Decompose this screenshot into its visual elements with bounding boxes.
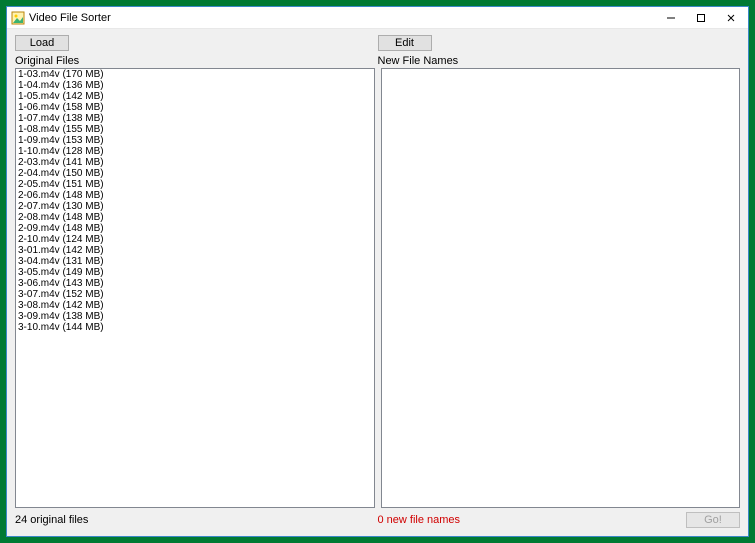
load-button[interactable]: Load bbox=[15, 35, 69, 51]
client-area: Load Edit Original Files New File Names … bbox=[7, 29, 748, 536]
list-item[interactable]: 3-08.m4v (142 MB) bbox=[16, 300, 374, 311]
list-item[interactable]: 1-05.m4v (142 MB) bbox=[16, 91, 374, 102]
list-item[interactable]: 3-04.m4v (131 MB) bbox=[16, 256, 374, 267]
titlebar[interactable]: Video File Sorter bbox=[7, 7, 748, 29]
list-item[interactable]: 2-06.m4v (148 MB) bbox=[16, 190, 374, 201]
list-item[interactable]: 2-05.m4v (151 MB) bbox=[16, 179, 374, 190]
list-item[interactable]: 1-10.m4v (128 MB) bbox=[16, 146, 374, 157]
maximize-button[interactable] bbox=[686, 9, 716, 27]
list-item[interactable]: 3-07.m4v (152 MB) bbox=[16, 289, 374, 300]
list-item[interactable]: 1-07.m4v (138 MB) bbox=[16, 113, 374, 124]
list-item[interactable]: 2-10.m4v (124 MB) bbox=[16, 234, 374, 245]
list-item[interactable]: 1-09.m4v (153 MB) bbox=[16, 135, 374, 146]
list-item[interactable]: 2-08.m4v (148 MB) bbox=[16, 212, 374, 223]
list-item[interactable]: 1-03.m4v (170 MB) bbox=[16, 69, 374, 80]
status-original-count: 24 original files bbox=[15, 514, 378, 526]
list-item[interactable]: 2-09.m4v (148 MB) bbox=[16, 223, 374, 234]
list-item[interactable]: 3-05.m4v (149 MB) bbox=[16, 267, 374, 278]
list-item[interactable]: 3-10.m4v (144 MB) bbox=[16, 322, 374, 333]
toolbar: Load Edit bbox=[15, 35, 740, 51]
window-title: Video File Sorter bbox=[29, 12, 656, 24]
label-new-file-names: New File Names bbox=[378, 55, 741, 67]
list-item[interactable]: 2-07.m4v (130 MB) bbox=[16, 201, 374, 212]
go-button[interactable]: Go! bbox=[686, 512, 740, 528]
original-files-list[interactable]: 1-03.m4v (170 MB)1-04.m4v (136 MB)1-05.m… bbox=[15, 68, 375, 508]
minimize-button[interactable] bbox=[656, 9, 686, 27]
label-original-files: Original Files bbox=[15, 55, 378, 67]
new-file-names-list[interactable] bbox=[381, 68, 741, 508]
close-button[interactable] bbox=[716, 9, 746, 27]
list-item[interactable]: 3-06.m4v (143 MB) bbox=[16, 278, 374, 289]
window: Video File Sorter Load Edit bbox=[6, 6, 749, 537]
list-item[interactable]: 1-04.m4v (136 MB) bbox=[16, 80, 374, 91]
list-item[interactable]: 2-03.m4v (141 MB) bbox=[16, 157, 374, 168]
app-icon bbox=[11, 11, 25, 25]
list-item[interactable]: 3-01.m4v (142 MB) bbox=[16, 245, 374, 256]
list-item[interactable]: 3-09.m4v (138 MB) bbox=[16, 311, 374, 322]
edit-button[interactable]: Edit bbox=[378, 35, 432, 51]
status-new-count: 0 new file names bbox=[378, 514, 687, 526]
list-item[interactable]: 1-06.m4v (158 MB) bbox=[16, 102, 374, 113]
list-item[interactable]: 2-04.m4v (150 MB) bbox=[16, 168, 374, 179]
list-item[interactable]: 1-08.m4v (155 MB) bbox=[16, 124, 374, 135]
column-labels: Original Files New File Names bbox=[15, 55, 740, 67]
